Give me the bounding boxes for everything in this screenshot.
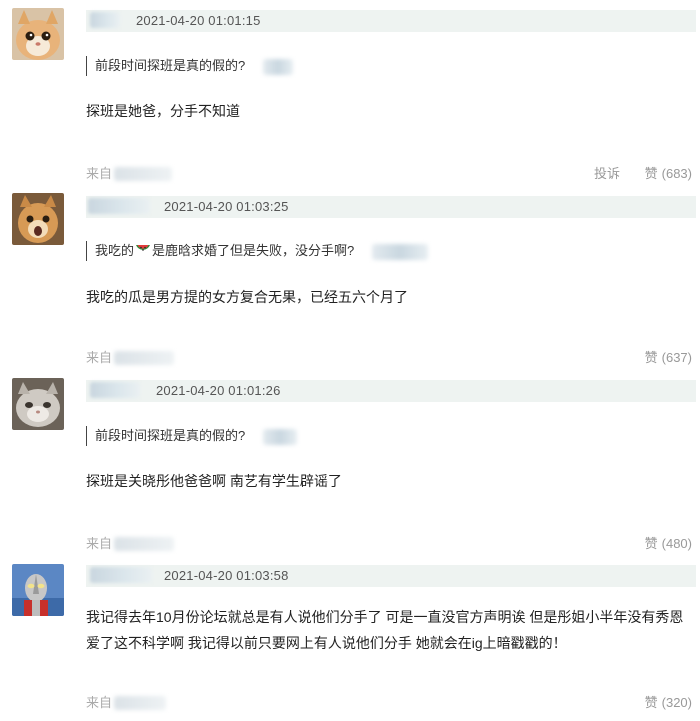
like-label: 赞	[644, 695, 658, 710]
source-label: 来自	[86, 350, 113, 365]
source-redacted	[114, 696, 166, 710]
comment-header: 2021-04-20 01:03:58	[86, 565, 696, 587]
username-redacted[interactable]	[90, 382, 140, 398]
source-label: 来自	[86, 695, 113, 710]
ultraman-avatar-image	[12, 564, 64, 616]
source-redacted	[114, 351, 174, 365]
quote-text-after: 是鹿晗求婚了但是失败，没分手啊?	[152, 243, 355, 258]
comment-footer: 来自 赞 (480)	[86, 534, 692, 554]
comment-body: 我记得去年10月份论坛就总是有人说他们分手了 可是一直没官方声明诶 但是彤姐小半…	[86, 609, 684, 651]
orange-kitten-avatar-image	[12, 8, 64, 60]
comment-header: 2021-04-20 01:01:15	[86, 10, 696, 32]
comment-footer: 来自 赞 (637)	[86, 348, 692, 368]
surprised-cat-avatar-image	[12, 193, 64, 245]
quote-text: 前段时间探班是真的假的?	[95, 58, 246, 73]
quote-author-redacted[interactable]	[263, 58, 294, 75]
watermelon-icon	[136, 245, 151, 251]
avatar[interactable]	[12, 564, 64, 616]
like-count: (480)	[661, 536, 692, 551]
username-redacted[interactable]	[90, 12, 120, 28]
like-label: 赞	[644, 166, 658, 181]
comment-time: 2021-04-20 01:03:58	[164, 568, 289, 583]
quote-text-before: 我吃的	[95, 243, 135, 258]
comment-header: 2021-04-20 01:03:25	[86, 196, 696, 218]
avatar[interactable]	[12, 193, 64, 245]
like-button[interactable]: 赞 (683)	[645, 164, 692, 184]
source-label: 来自	[86, 166, 113, 181]
like-count: (320)	[661, 695, 692, 710]
quoted-comment: 前段时间探班是真的假的?	[86, 56, 294, 76]
like-button[interactable]: 赞 (480)	[645, 534, 692, 554]
quote-author-redacted[interactable]	[263, 428, 298, 445]
avatar[interactable]	[12, 378, 64, 430]
comment-footer: 来自 投诉 赞 (683)	[86, 164, 692, 184]
username-redacted[interactable]	[88, 198, 150, 214]
like-count: (683)	[661, 166, 692, 181]
like-label: 赞	[644, 350, 658, 365]
quoted-comment: 前段时间探班是真的假的?	[86, 426, 298, 446]
comment-time: 2021-04-20 01:03:25	[164, 199, 289, 214]
like-button[interactable]: 赞 (637)	[645, 348, 692, 368]
comment-body: 探班是关晓彤他爸爸啊 南艺有学生辟谣了	[86, 473, 342, 489]
comment-time: 2021-04-20 01:01:26	[156, 383, 281, 398]
comment-body: 探班是她爸，分手不知道	[86, 103, 240, 119]
avatar[interactable]	[12, 8, 64, 60]
grey-cat-avatar-image	[12, 378, 64, 430]
comment-time: 2021-04-20 01:01:15	[136, 13, 261, 28]
source-redacted	[114, 537, 174, 551]
username-redacted[interactable]	[90, 567, 152, 583]
source-label: 来自	[86, 536, 113, 551]
quote-author-redacted[interactable]	[372, 243, 429, 260]
comment-footer: 来自 赞 (320)	[86, 693, 692, 713]
comment-body: 我吃的瓜是男方提的女方复合无果，已经五六个月了	[86, 289, 408, 305]
like-button[interactable]: 赞 (320)	[645, 693, 692, 713]
like-label: 赞	[644, 536, 658, 551]
quote-text: 前段时间探班是真的假的?	[95, 428, 246, 443]
comment-header: 2021-04-20 01:01:26	[86, 380, 696, 402]
quoted-comment: 我吃的 是鹿晗求婚了但是失败，没分手啊?	[86, 241, 429, 261]
source-redacted	[114, 167, 172, 181]
report-button[interactable]: 投诉	[594, 164, 620, 184]
like-count: (637)	[661, 350, 692, 365]
